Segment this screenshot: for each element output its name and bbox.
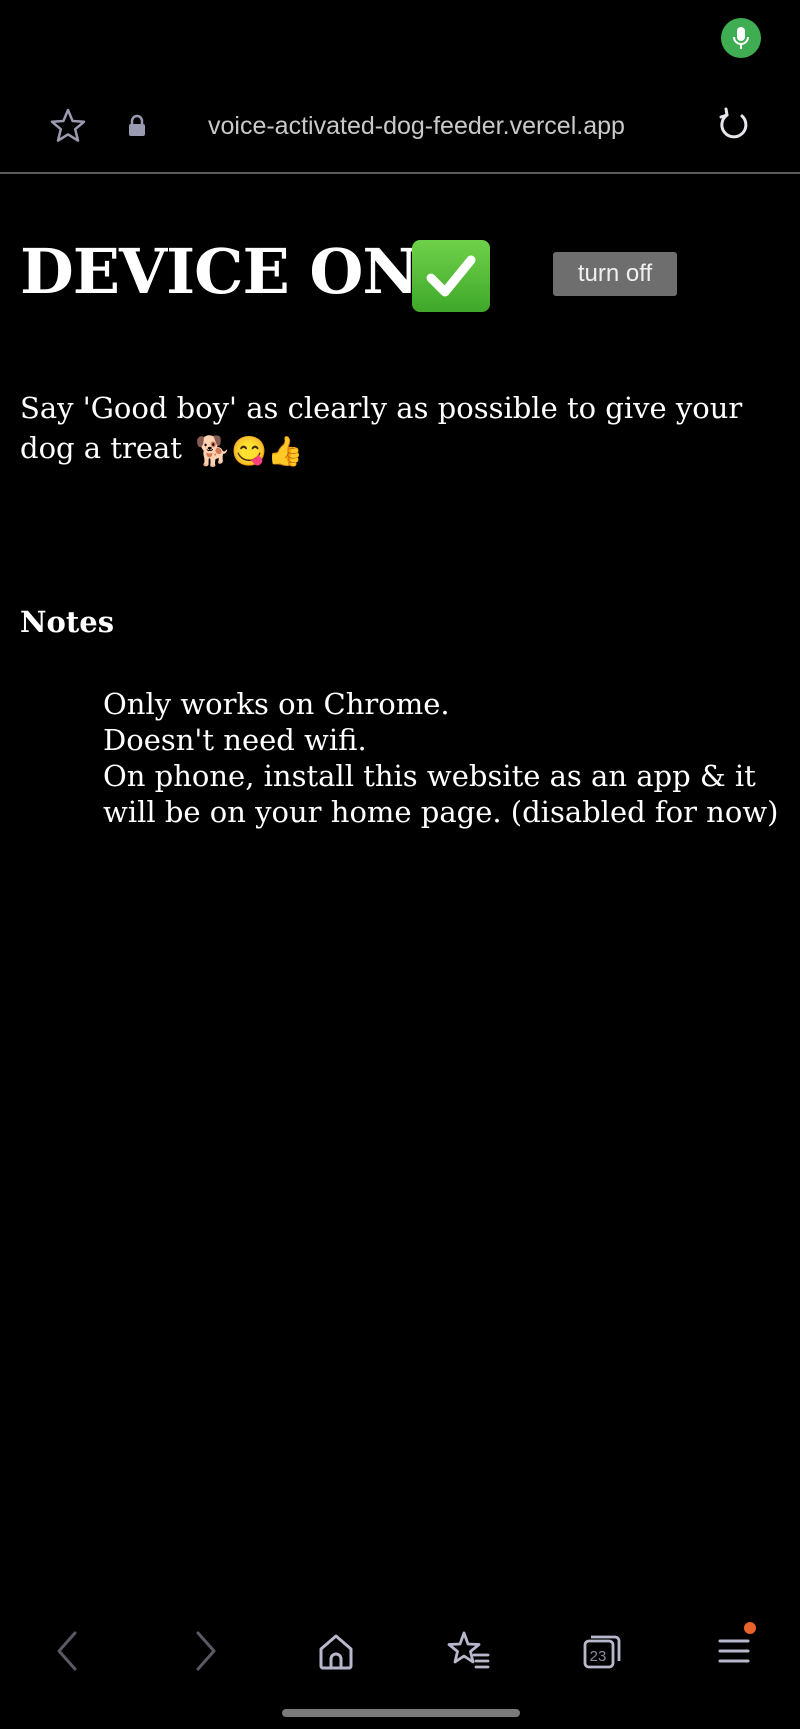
instruction-label: Say 'Good boy' as clearly as possible to… <box>20 391 743 465</box>
notification-dot <box>744 1622 756 1634</box>
tabs-icon[interactable]: 23 <box>562 1610 642 1692</box>
thumbs-up-emoji: 👍 <box>267 434 304 468</box>
lock-icon <box>122 108 152 144</box>
dog-emoji: 🐕 <box>195 434 232 468</box>
note-item: Doesn't need wifi. <box>103 723 367 757</box>
bottom-toolbar: 23 <box>0 1610 800 1692</box>
reload-icon[interactable] <box>710 102 758 150</box>
notes-heading: Notes <box>20 605 115 639</box>
yum-face-emoji: 😋 <box>231 434 268 468</box>
note-item: Only works on Chrome. <box>103 687 450 721</box>
instruction-emojis: 🐕😋👍 <box>195 429 303 471</box>
status-bar <box>0 0 800 80</box>
menu-icon[interactable] <box>694 1610 774 1692</box>
home-indicator[interactable] <box>282 1709 520 1717</box>
device-status-title: DEVICE ON <box>20 235 419 308</box>
chevron-left-icon[interactable] <box>28 1610 108 1692</box>
microphone-icon <box>721 18 761 58</box>
bookmark-list-icon[interactable] <box>428 1610 508 1692</box>
chevron-right-icon[interactable] <box>165 1610 245 1692</box>
screen: voice-activated-dog-feeder.vercel.app DE… <box>0 0 800 1729</box>
notes-list: Only works on Chrome. Doesn't need wifi.… <box>103 686 783 830</box>
url-field[interactable]: voice-activated-dog-feeder.vercel.app <box>208 108 668 144</box>
instruction-text: Say 'Good boy' as clearly as possible to… <box>20 388 790 471</box>
star-icon[interactable] <box>44 102 92 150</box>
checkmark-icon <box>412 240 490 312</box>
home-icon[interactable] <box>296 1610 376 1692</box>
turn-off-button[interactable]: turn off <box>553 252 677 296</box>
tab-count: 23 <box>589 1647 607 1665</box>
note-item: On phone, install this website as an app… <box>103 759 779 829</box>
address-bar: voice-activated-dog-feeder.vercel.app <box>0 80 800 174</box>
